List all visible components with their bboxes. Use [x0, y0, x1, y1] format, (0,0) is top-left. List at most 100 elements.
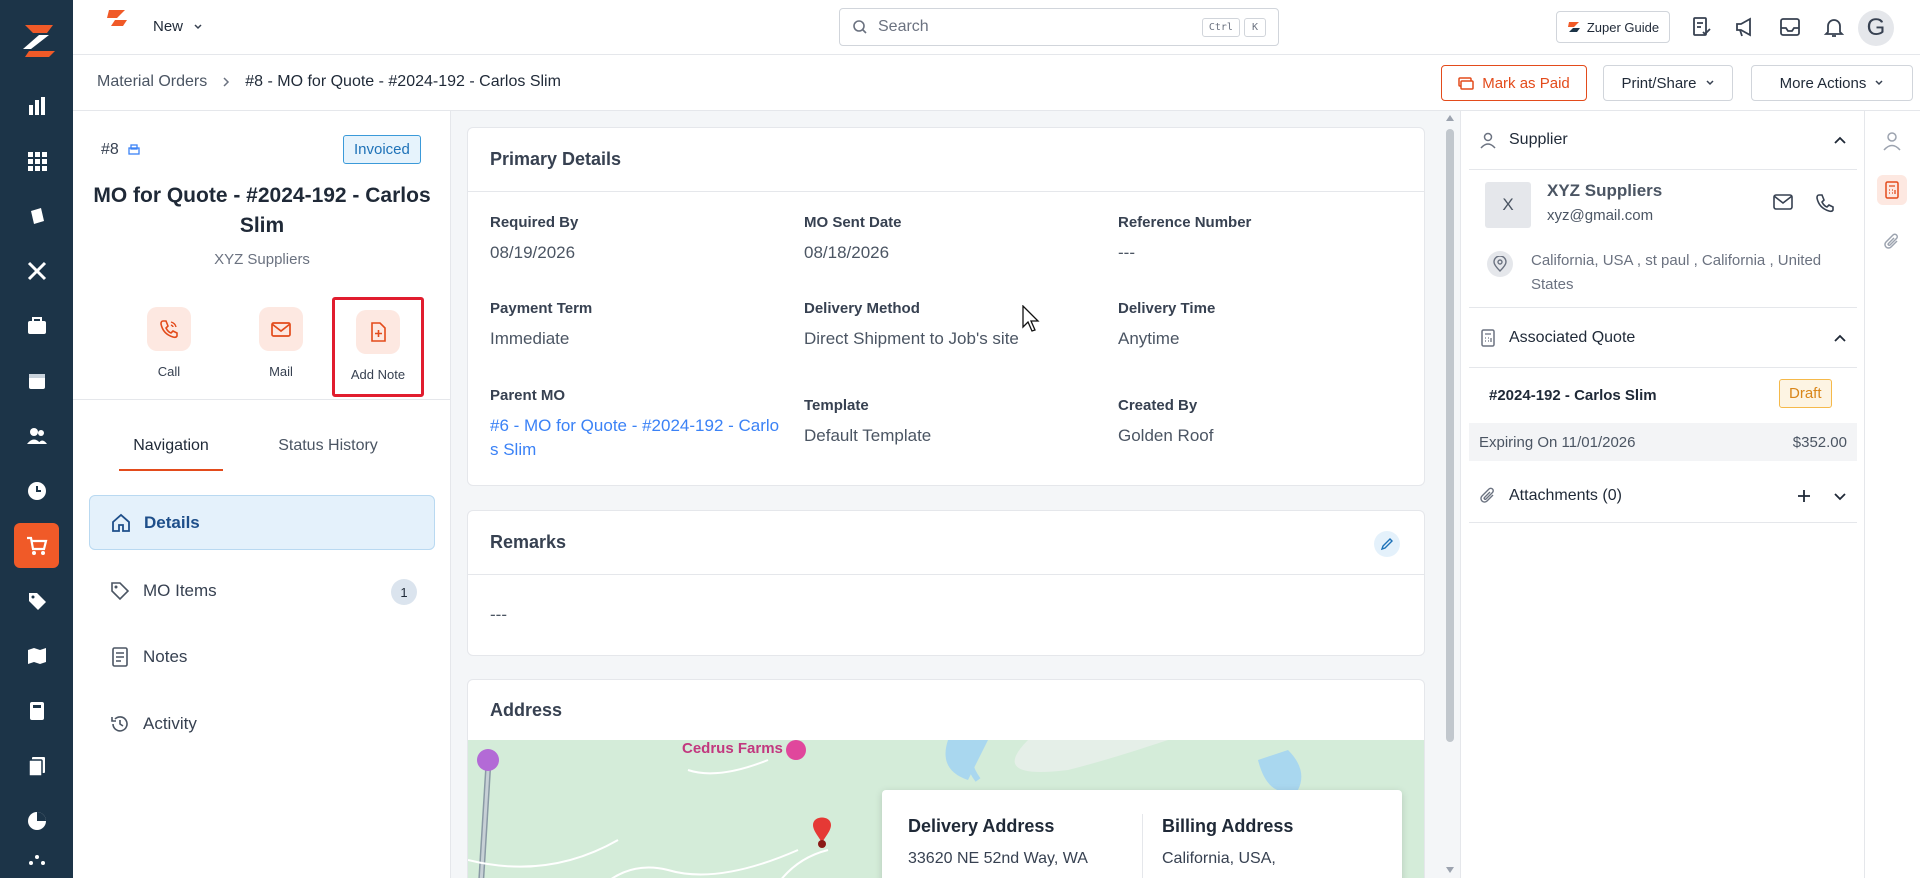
cart-icon[interactable]: [14, 523, 59, 568]
scroll-up-arrow[interactable]: [1446, 115, 1454, 121]
bell-icon[interactable]: [1823, 16, 1845, 38]
more-actions-button[interactable]: More Actions: [1751, 65, 1913, 101]
quote-expiring: Expiring On 11/01/2026: [1479, 433, 1636, 451]
person-panel-icon[interactable]: [1882, 130, 1902, 152]
more-actions-label: More Actions: [1779, 74, 1867, 92]
nav-item-activity[interactable]: Activity: [89, 696, 435, 751]
order-number: #8: [101, 141, 141, 159]
print-share-button[interactable]: Print/Share: [1603, 65, 1733, 101]
created-by-value: Golden Roof: [1118, 426, 1214, 445]
users-icon[interactable]: [14, 413, 59, 458]
zuper-mark-icon[interactable]: [105, 8, 129, 28]
scroll-down-arrow[interactable]: [1446, 867, 1454, 873]
nav-item-details[interactable]: Details: [89, 495, 435, 550]
primary-details-card: Primary Details Required By 08/19/2026 MO…: [467, 127, 1425, 486]
parent-mo-field: Parent MO #6 - MO for Quote - #2024-192 -…: [490, 387, 780, 462]
briefcase-icon[interactable]: [14, 303, 59, 348]
chevron-up-icon: [1834, 136, 1846, 144]
billing-address-title: Billing Address: [1162, 816, 1294, 836]
money-icon: [1458, 77, 1474, 90]
attachments-header-label: Attachments (0): [1509, 486, 1622, 504]
announcement-icon[interactable]: [1734, 16, 1756, 38]
shortcut-k: K: [1243, 17, 1266, 37]
scrollbar-thumb[interactable]: [1446, 129, 1454, 742]
order-number-text: #8: [101, 141, 119, 158]
address-map[interactable]: Cedrus Farms 203 Delivery Address 33620 …: [468, 740, 1424, 878]
supplier-avatar: X: [1485, 182, 1531, 228]
associated-quote-section-header[interactable]: Associated Quote: [1469, 308, 1857, 368]
calculator-icon[interactable]: [14, 688, 59, 733]
checklist-icon[interactable]: [1690, 16, 1712, 38]
zuper-guide-button[interactable]: Zuper Guide: [1556, 11, 1670, 43]
search-icon: [853, 20, 867, 34]
chevron-down-icon: [1875, 80, 1883, 86]
delivery-method-value: Direct Shipment to Job's site: [804, 329, 1019, 348]
delivery-time-label: Delivery Time: [1118, 300, 1216, 317]
paperclip-panel-icon[interactable]: [1883, 232, 1901, 252]
documents-icon[interactable]: [14, 193, 59, 238]
pencil-icon: [1380, 538, 1393, 551]
remarks-card: Remarks ---: [467, 510, 1425, 656]
email-supplier-icon[interactable]: [1773, 193, 1793, 211]
add-note-action[interactable]: Add Note: [332, 297, 424, 397]
files-icon[interactable]: [14, 743, 59, 788]
tab-navigation[interactable]: Navigation: [119, 437, 223, 471]
mail-icon: [259, 307, 303, 351]
add-note-icon: [356, 310, 400, 354]
supplier-header-label: Supplier: [1509, 131, 1568, 148]
tag-icon[interactable]: [14, 578, 59, 623]
parent-mo-link[interactable]: #6 - MO for Quote - #2024-192 - Carlos S…: [490, 414, 780, 462]
tab-status-history[interactable]: Status History: [263, 437, 393, 455]
remarks-value: ---: [490, 605, 507, 624]
call-action[interactable]: Call: [122, 307, 216, 379]
breadcrumb-bar: Material Orders #8 - MO for Quote - #202…: [73, 55, 1920, 111]
new-menu-button[interactable]: New: [153, 18, 203, 35]
supplier-name[interactable]: XYZ Suppliers: [1547, 181, 1662, 201]
breadcrumb: Material Orders #8 - MO for Quote - #202…: [97, 73, 561, 91]
details-content: Primary Details Required By 08/19/2026 MO…: [451, 111, 1460, 878]
phone-icon: [147, 307, 191, 351]
content-scrollbar[interactable]: [1443, 111, 1457, 878]
status-text: Invoiced: [354, 141, 410, 158]
remarks-title: Remarks: [468, 511, 1424, 575]
tools-icon[interactable]: [14, 248, 59, 293]
calculator-panel-icon[interactable]: [1877, 175, 1907, 205]
clock-icon[interactable]: [14, 468, 59, 513]
more-apps-icon[interactable]: [14, 853, 59, 878]
mail-action[interactable]: Mail: [234, 307, 328, 379]
inbox-icon[interactable]: [1779, 16, 1801, 38]
address-popup: Delivery Address 33620 NE 52nd Way, WA B…: [882, 790, 1402, 878]
quote-amount: $352.00: [1792, 433, 1847, 451]
edit-remarks-button[interactable]: [1374, 531, 1400, 557]
guide-label: Zuper Guide: [1586, 19, 1660, 35]
zuper-logo[interactable]: [16, 16, 61, 61]
notes-icon: [112, 646, 128, 667]
avatar[interactable]: G: [1858, 10, 1894, 46]
required-by-field: Required By 08/19/2026: [490, 214, 790, 265]
nav-item-notes[interactable]: Notes: [89, 629, 435, 684]
mo-sent-date-value: 08/18/2026: [804, 243, 890, 262]
payment-term-label: Payment Term: [490, 300, 593, 317]
pie-chart-icon[interactable]: [14, 798, 59, 843]
quote-link[interactable]: #2024-192 - Carlos Slim: [1489, 387, 1657, 404]
search-input[interactable]: Search Ctrl K: [839, 8, 1279, 46]
calendar-icon[interactable]: [14, 358, 59, 403]
search-placeholder: Search: [878, 18, 929, 35]
attachments-section-header[interactable]: Attachments (0): [1469, 469, 1857, 523]
tag-outline-icon: [111, 581, 130, 600]
supplier-section-header[interactable]: Supplier: [1469, 111, 1857, 170]
map-icon[interactable]: [14, 633, 59, 678]
reference-number-value: ---: [1118, 243, 1135, 262]
dashboard-icon[interactable]: [14, 83, 59, 128]
supplier-address: California, USA , st paul , California ,…: [1531, 252, 1822, 293]
reference-number-label: Reference Number: [1118, 214, 1252, 231]
apps-grid-icon[interactable]: [14, 138, 59, 183]
mark-as-paid-button[interactable]: Mark as Paid: [1441, 65, 1587, 101]
supplier-email[interactable]: xyz@gmail.com: [1547, 207, 1653, 224]
call-supplier-icon[interactable]: [1815, 193, 1835, 213]
nav-item-mo-items[interactable]: MO Items 1: [89, 563, 435, 618]
quote-header-label: Associated Quote: [1509, 328, 1636, 346]
address-title: Address: [490, 700, 563, 720]
breadcrumb-root[interactable]: Material Orders: [97, 73, 207, 91]
chevron-up-icon: [1834, 334, 1846, 342]
